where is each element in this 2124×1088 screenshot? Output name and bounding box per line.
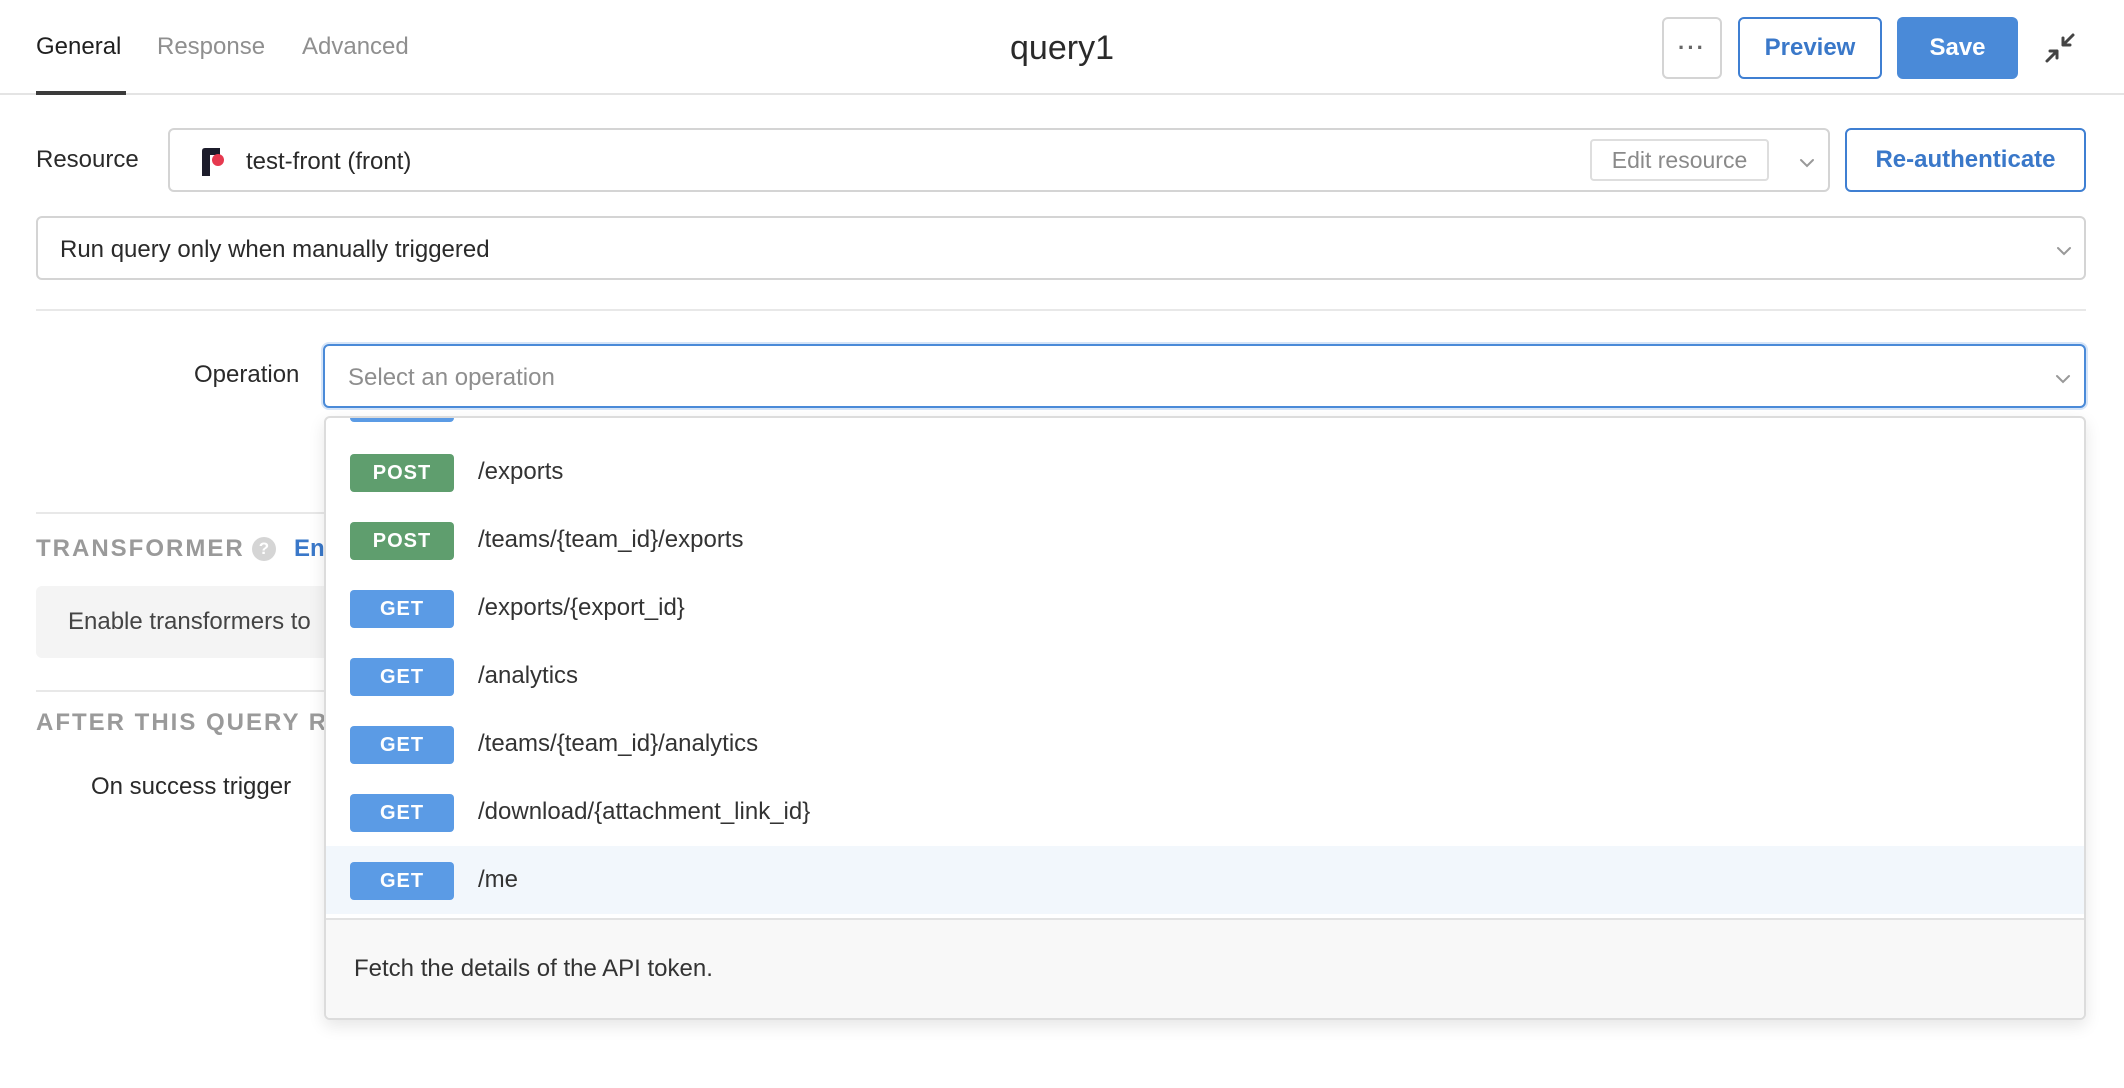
resource-select[interactable]: test-front (front) Edit resource	[168, 128, 1830, 192]
section-divider	[36, 690, 336, 692]
operation-option[interactable]: GET /analytics	[326, 642, 2084, 710]
section-divider	[36, 309, 2086, 311]
operation-label: Operation	[194, 361, 300, 388]
operation-option-highlighted[interactable]: GET /me	[326, 846, 2084, 914]
operation-option[interactable]: GET /download/{attachment_link_id}	[326, 778, 2084, 846]
run-trigger-value: Run query only when manually triggered	[60, 236, 490, 263]
collapse-arrows-icon[interactable]	[2044, 32, 2076, 64]
resource-value: test-front (front)	[246, 148, 412, 175]
operation-path: /teams/{team_id}/analytics	[478, 730, 759, 757]
edit-resource-button[interactable]: Edit resource	[1590, 139, 1769, 181]
operation-placeholder: Select an operation	[348, 364, 555, 391]
method-badge: GET	[350, 726, 454, 764]
operation-dropdown-menu[interactable]: POST /exports POST /teams/{team_id}/expo…	[324, 416, 2086, 1020]
chevron-down-icon[interactable]	[1797, 157, 1817, 169]
operation-path: /exports	[478, 458, 564, 485]
operation-option[interactable]: GET /exports/{export_id}	[326, 574, 2084, 642]
on-success-trigger-label: On success trigger	[91, 773, 292, 800]
after-query-section-title: AFTER THIS QUERY RU	[36, 709, 348, 736]
operation-select[interactable]: Select an operation	[323, 344, 2086, 408]
preview-button[interactable]: Preview	[1738, 17, 1882, 79]
enable-transformer-link[interactable]: En	[294, 534, 325, 564]
front-logo-icon	[202, 148, 224, 176]
operation-path: /analytics	[478, 662, 579, 689]
method-badge: POST	[350, 454, 454, 492]
operation-option[interactable]: POST /exports	[326, 438, 2084, 506]
method-badge: POST	[350, 522, 454, 560]
section-divider	[36, 512, 336, 514]
method-badge: GET	[350, 590, 454, 628]
editor-header: General Response Advanced query1 ··· Pre…	[0, 0, 2124, 95]
save-button[interactable]: Save	[1897, 17, 2018, 79]
operation-path: /exports/{export_id}	[478, 594, 685, 621]
chevron-down-icon	[2056, 375, 2070, 384]
transformer-info-box: Enable transformers to	[36, 586, 356, 658]
active-tab-indicator	[36, 91, 126, 95]
operation-option[interactable]: GET /teams/{team_id}/analytics	[326, 710, 2084, 778]
transformer-info-text: Enable transformers to	[68, 608, 311, 635]
help-circle-icon[interactable]: ?	[252, 537, 276, 561]
re-authenticate-button[interactable]: Re-authenticate	[1845, 128, 2086, 192]
operation-description-panel: Fetch the details of the API token.	[326, 918, 2084, 1018]
operation-description: Fetch the details of the API token.	[354, 955, 713, 982]
run-trigger-select[interactable]: Run query only when manually triggered	[36, 216, 2086, 280]
ellipsis-icon: ···	[1678, 35, 1706, 60]
resource-label: Resource	[36, 146, 139, 173]
operation-path: /download/{attachment_link_id}	[478, 798, 811, 825]
more-options-button[interactable]: ···	[1662, 17, 1722, 79]
method-badge: GET	[350, 658, 454, 696]
operation-path: /me	[478, 866, 519, 893]
operation-option[interactable]: POST /teams/{team_id}/exports	[326, 506, 2084, 574]
transformer-section-title: TRANSFORMER	[36, 535, 245, 562]
operation-path: /teams/{team_id}/exports	[478, 526, 744, 553]
partially-visible-option	[350, 418, 454, 422]
method-badge: GET	[350, 862, 454, 900]
method-badge: GET	[350, 794, 454, 832]
chevron-down-icon	[2057, 247, 2071, 256]
